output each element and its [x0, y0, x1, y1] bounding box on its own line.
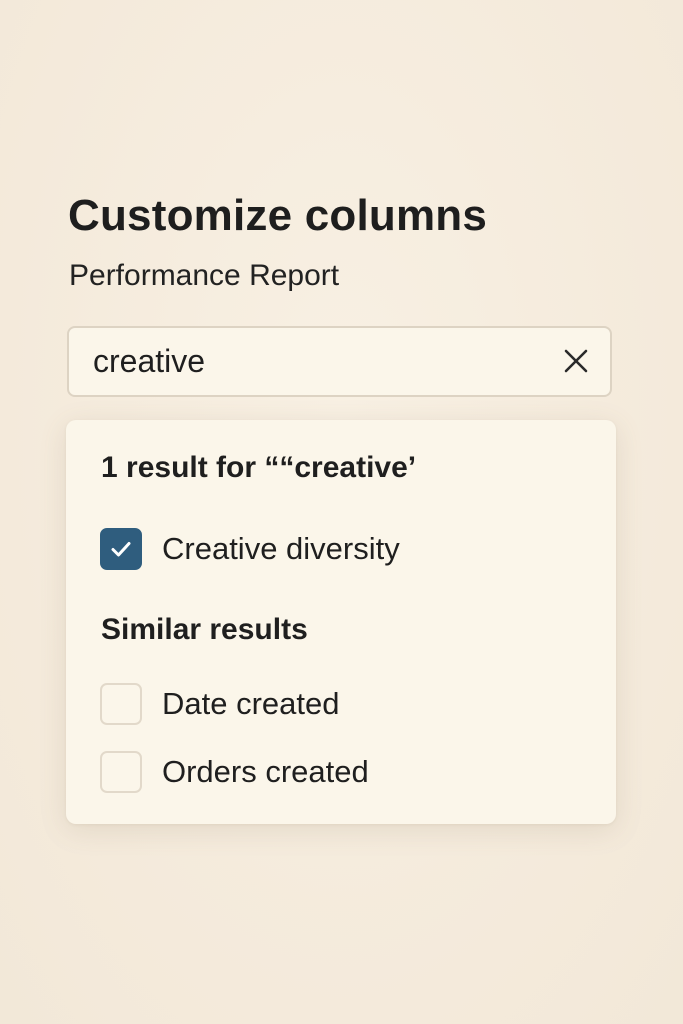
search-results-dropdown: 1 result for ““creative’ Creative divers…: [66, 420, 616, 824]
checkmark-icon: [111, 542, 131, 557]
clear-search-button[interactable]: [560, 345, 592, 377]
checkbox-checked[interactable]: [100, 528, 142, 570]
page-title: Customize columns: [68, 191, 488, 240]
similar-results-heading: Similar results: [101, 613, 308, 646]
option-label: Orders created: [162, 754, 369, 789]
option-creative-diversity[interactable]: Creative diversity: [100, 526, 400, 572]
checkbox-unchecked[interactable]: [100, 751, 142, 793]
search-input[interactable]: [93, 328, 533, 395]
search-box: [67, 326, 612, 397]
checkbox-unchecked[interactable]: [100, 683, 142, 725]
option-label: Creative diversity: [162, 531, 400, 566]
close-icon: [564, 349, 588, 373]
option-orders-created[interactable]: Orders created: [100, 749, 369, 795]
customize-columns-page: Customize columns Performance Report 1 r…: [0, 0, 683, 1024]
option-date-created[interactable]: Date created: [100, 681, 340, 727]
results-heading: 1 result for ““creative’: [101, 451, 417, 484]
page-subtitle: Performance Report: [69, 259, 340, 292]
option-label: Date created: [162, 686, 340, 721]
